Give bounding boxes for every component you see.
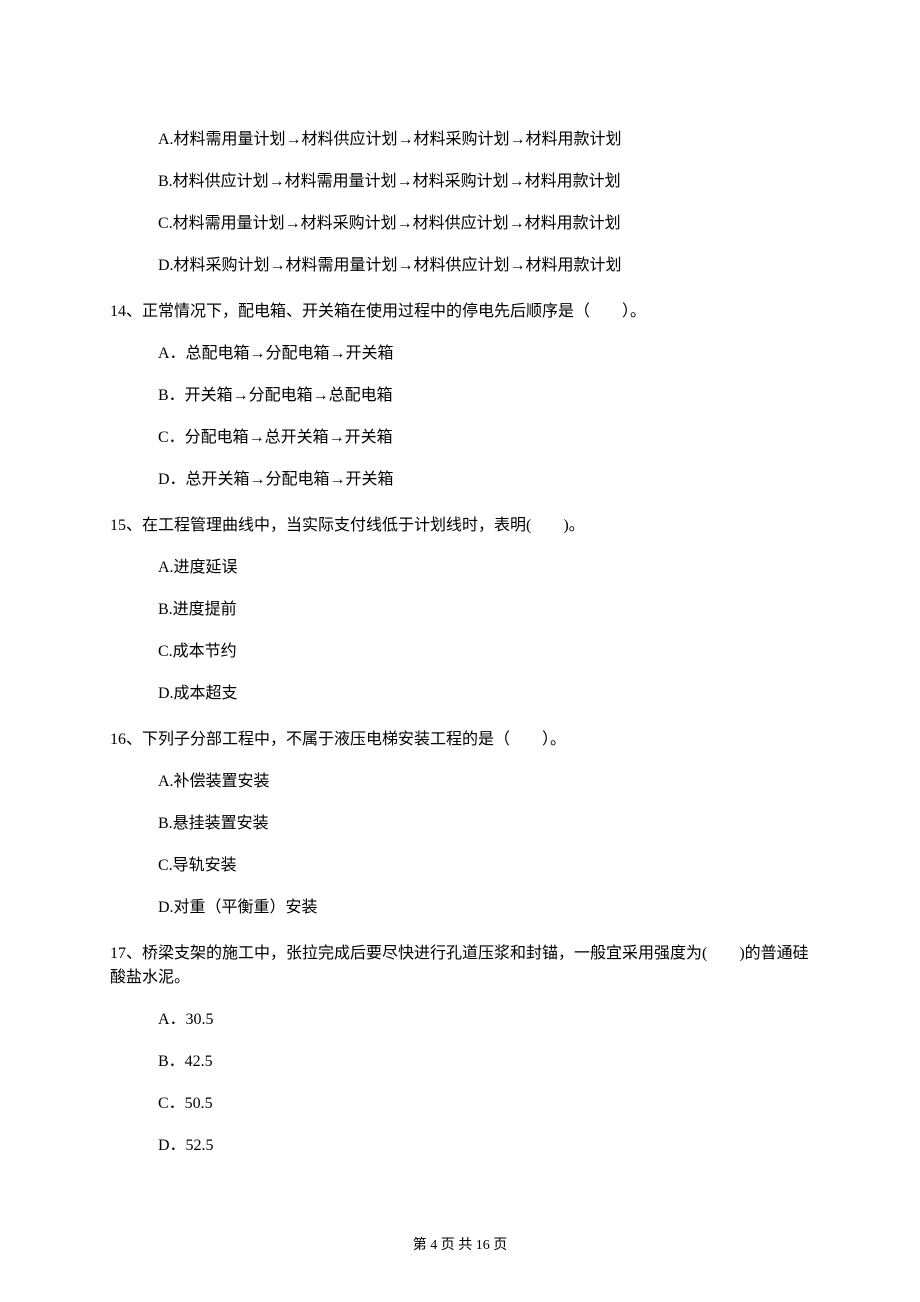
option-d: D.对重（平衡重）安装 <box>158 896 810 920</box>
q15-options: A.进度延误 B.进度提前 C.成本节约 D.成本超支 <box>110 556 810 706</box>
option-b: B.悬挂装置安装 <box>158 812 810 836</box>
option-b: B．开关箱→分配电箱→总配电箱 <box>158 384 810 408</box>
page-footer: 第 4 页 共 16 页 <box>0 1234 920 1254</box>
option-a: A．总配电箱→分配电箱→开关箱 <box>158 342 810 366</box>
option-c: C．50.5 <box>158 1092 810 1116</box>
q13-options: A.材料需用量计划→材料供应计划→材料采购计划→材料用款计划 B.材料供应计划→… <box>110 128 810 278</box>
option-a: A．30.5 <box>158 1008 810 1032</box>
q17-options: A．30.5 B．42.5 C．50.5 D．52.5 <box>110 1008 810 1158</box>
q16-options: A.补偿装置安装 B.悬挂装置安装 C.导轨安装 D.对重（平衡重）安装 <box>110 770 810 920</box>
option-c: C.导轨安装 <box>158 854 810 878</box>
question-14: 14、正常情况下，配电箱、开关箱在使用过程中的停电先后顺序是（ ）。 <box>110 300 810 324</box>
option-c: C.材料需用量计划→材料采购计划→材料供应计划→材料用款计划 <box>158 212 810 236</box>
option-b: B.材料供应计划→材料需用量计划→材料采购计划→材料用款计划 <box>158 170 810 194</box>
option-a: A.补偿装置安装 <box>158 770 810 794</box>
option-b: B.进度提前 <box>158 598 810 622</box>
option-d: D．52.5 <box>158 1134 810 1158</box>
option-c: C.成本节约 <box>158 640 810 664</box>
option-b: B．42.5 <box>158 1050 810 1074</box>
option-a: A.进度延误 <box>158 556 810 580</box>
question-15: 15、在工程管理曲线中，当实际支付线低于计划线时，表明( )。 <box>110 514 810 538</box>
option-d: D.成本超支 <box>158 682 810 706</box>
q14-options: A．总配电箱→分配电箱→开关箱 B．开关箱→分配电箱→总配电箱 C．分配电箱→总… <box>110 342 810 492</box>
option-d: D．总开关箱→分配电箱→开关箱 <box>158 468 810 492</box>
page-body: A.材料需用量计划→材料供应计划→材料采购计划→材料用款计划 B.材料供应计划→… <box>0 0 920 1158</box>
option-a: A.材料需用量计划→材料供应计划→材料采购计划→材料用款计划 <box>158 128 810 152</box>
question-16: 16、下列子分部工程中，不属于液压电梯安装工程的是（ ）。 <box>110 728 810 752</box>
option-d: D.材料采购计划→材料需用量计划→材料供应计划→材料用款计划 <box>158 254 810 278</box>
question-17: 17、桥梁支架的施工中，张拉完成后要尽快进行孔道压浆和封锚，一般宜采用强度为( … <box>110 942 810 990</box>
option-c: C．分配电箱→总开关箱→开关箱 <box>158 426 810 450</box>
